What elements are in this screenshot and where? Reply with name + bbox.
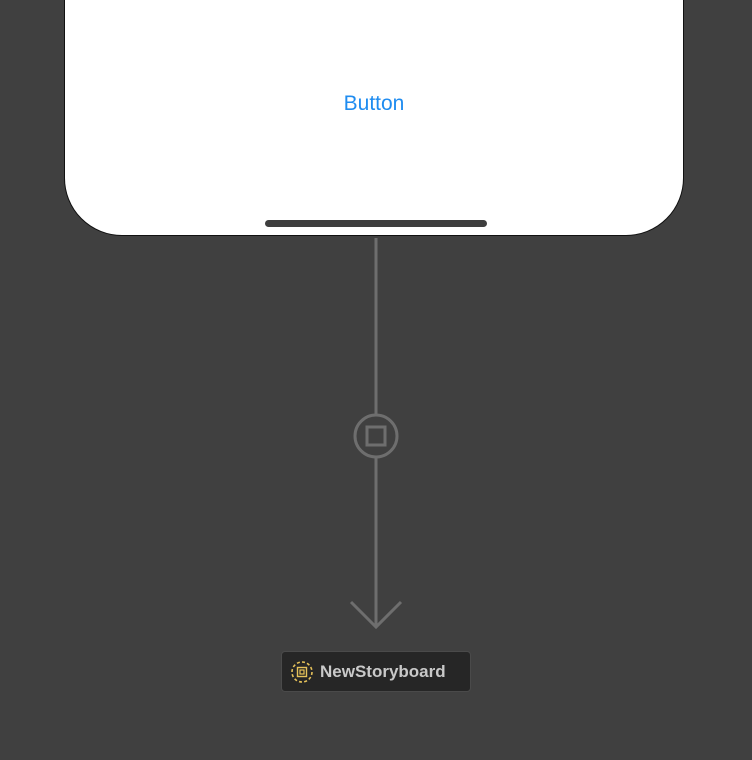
segue-connection [349, 238, 403, 630]
storyboard-reference[interactable]: NewStoryboard [281, 651, 471, 692]
storyboard-reference-label: NewStoryboard [320, 661, 446, 681]
segue-square-icon[interactable] [353, 413, 399, 459]
storyboard-canvas[interactable]: Button NewStoryboard [0, 0, 752, 760]
storyboard-reference-icon [290, 660, 314, 684]
